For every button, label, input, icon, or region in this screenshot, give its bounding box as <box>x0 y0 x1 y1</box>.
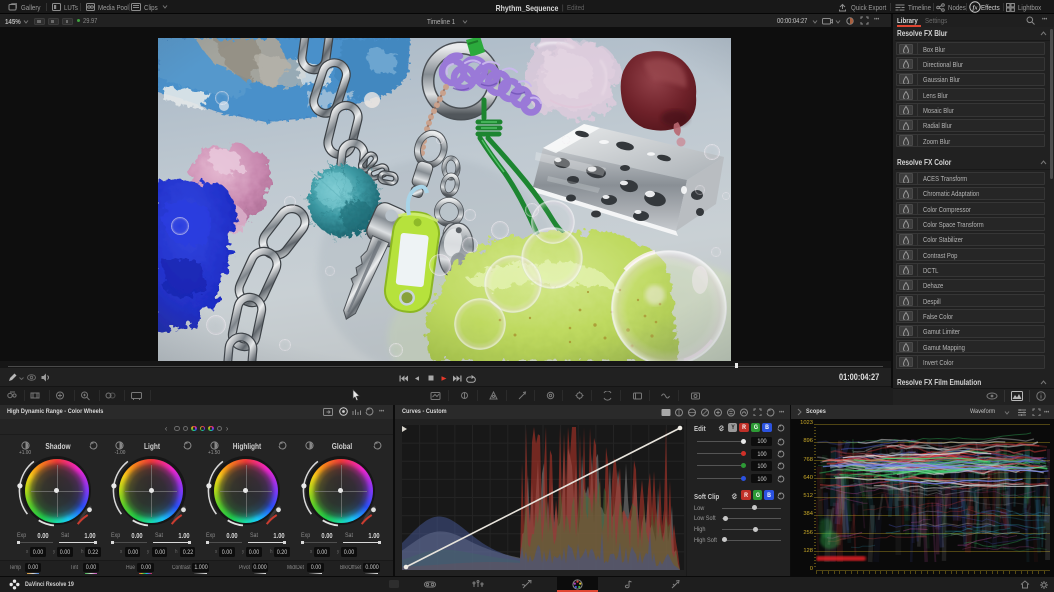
svg-text:fx: fx <box>973 5 978 11</box>
